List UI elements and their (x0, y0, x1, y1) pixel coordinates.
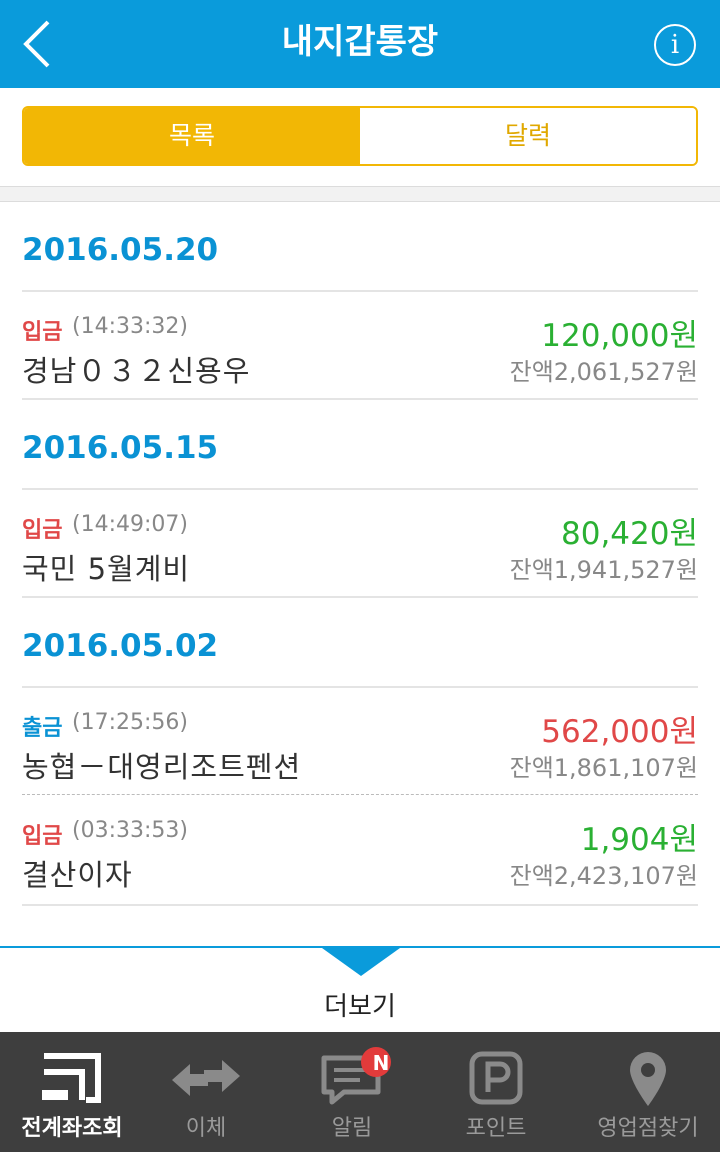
tab-branch-finder[interactable]: 영업점찾기 (576, 1032, 720, 1152)
transaction-time: (03:33:53) (72, 818, 188, 843)
tab-all-accounts[interactable]: 전계좌조회 (0, 1032, 144, 1152)
bottom-tab-bar: 전계좌조회 이체 N 알림 포인트 영업점찾기 (0, 1032, 720, 1152)
tab-label: 이체 (185, 1116, 227, 1141)
tab-label: 전계좌조회 (21, 1116, 123, 1141)
transaction-description: 농협－대영리조트펜션 (22, 750, 302, 784)
divider (22, 290, 698, 292)
tab-calendar[interactable]: 달력 (360, 108, 696, 164)
transaction-row[interactable]: 입금 (03:33:53) 결산이자 1,904원 잔액2,423,107원 (22, 804, 698, 894)
transaction-amount: 80,420원 (561, 516, 698, 552)
more-button[interactable]: 더보기 (0, 946, 720, 1034)
transaction-amount: 1,904원 (580, 822, 698, 858)
transaction-row[interactable]: 출금 (17:25:56) 농협－대영리조트펜션 562,000원 잔액1,86… (22, 696, 698, 786)
divider (22, 794, 698, 795)
divider (22, 488, 698, 490)
notification-badge: N (372, 1051, 390, 1075)
transaction-description: 경남０３２신용우 (22, 354, 251, 388)
point-icon (469, 1051, 523, 1105)
transaction-type: 입금 (22, 518, 63, 543)
tab-list[interactable]: 목록 (24, 108, 360, 164)
transaction-balance: 잔액2,423,107원 (509, 862, 698, 890)
tab-label: 포인트 (465, 1116, 527, 1141)
transaction-time: (14:33:32) (72, 314, 188, 339)
tab-transfer[interactable]: 이체 (134, 1032, 278, 1152)
transaction-type: 출금 (22, 716, 63, 741)
transaction-time: (17:25:56) (72, 710, 188, 735)
transaction-time: (14:49:07) (72, 512, 188, 537)
triangle-down-icon (322, 948, 400, 976)
divider (22, 596, 698, 598)
transaction-description: 결산이자 (22, 858, 133, 892)
transaction-amount: 562,000원 (541, 714, 698, 750)
location-icon (630, 1052, 666, 1106)
tab-notifications[interactable]: N 알림 (280, 1032, 424, 1152)
divider (0, 186, 720, 202)
transaction-balance: 잔액2,061,527원 (509, 358, 698, 386)
account-icon (42, 1053, 101, 1103)
date-header: 2016.05.15 (22, 430, 219, 466)
info-icon[interactable]: i (654, 24, 696, 66)
date-header: 2016.05.20 (22, 232, 219, 268)
tab-label: 알림 (331, 1116, 373, 1141)
more-label: 더보기 (324, 992, 396, 1022)
tab-points[interactable]: 포인트 (424, 1032, 568, 1152)
transaction-type: 입금 (22, 824, 63, 849)
divider (22, 398, 698, 400)
transaction-row[interactable]: 입금 (14:49:07) 국민 5월계비 80,420원 잔액1,941,52… (22, 498, 698, 588)
transaction-balance: 잔액1,861,107원 (509, 754, 698, 782)
transaction-type: 입금 (22, 320, 63, 345)
view-toggle: 목록 달력 (22, 106, 698, 166)
divider (22, 686, 698, 688)
divider (22, 904, 698, 906)
tab-label: 영업점찾기 (597, 1116, 699, 1141)
transaction-amount: 120,000원 (541, 318, 698, 354)
transaction-row[interactable]: 입금 (14:33:32) 경남０３２신용우 120,000원 잔액2,061,… (22, 300, 698, 390)
transaction-description: 국민 5월계비 (22, 552, 191, 586)
transaction-balance: 잔액1,941,527원 (509, 556, 698, 584)
transfer-icon (172, 1060, 240, 1096)
app-header: 내지갑통장 i (0, 0, 720, 88)
date-header: 2016.05.02 (22, 628, 219, 664)
page-title: 내지갑통장 (281, 22, 439, 62)
